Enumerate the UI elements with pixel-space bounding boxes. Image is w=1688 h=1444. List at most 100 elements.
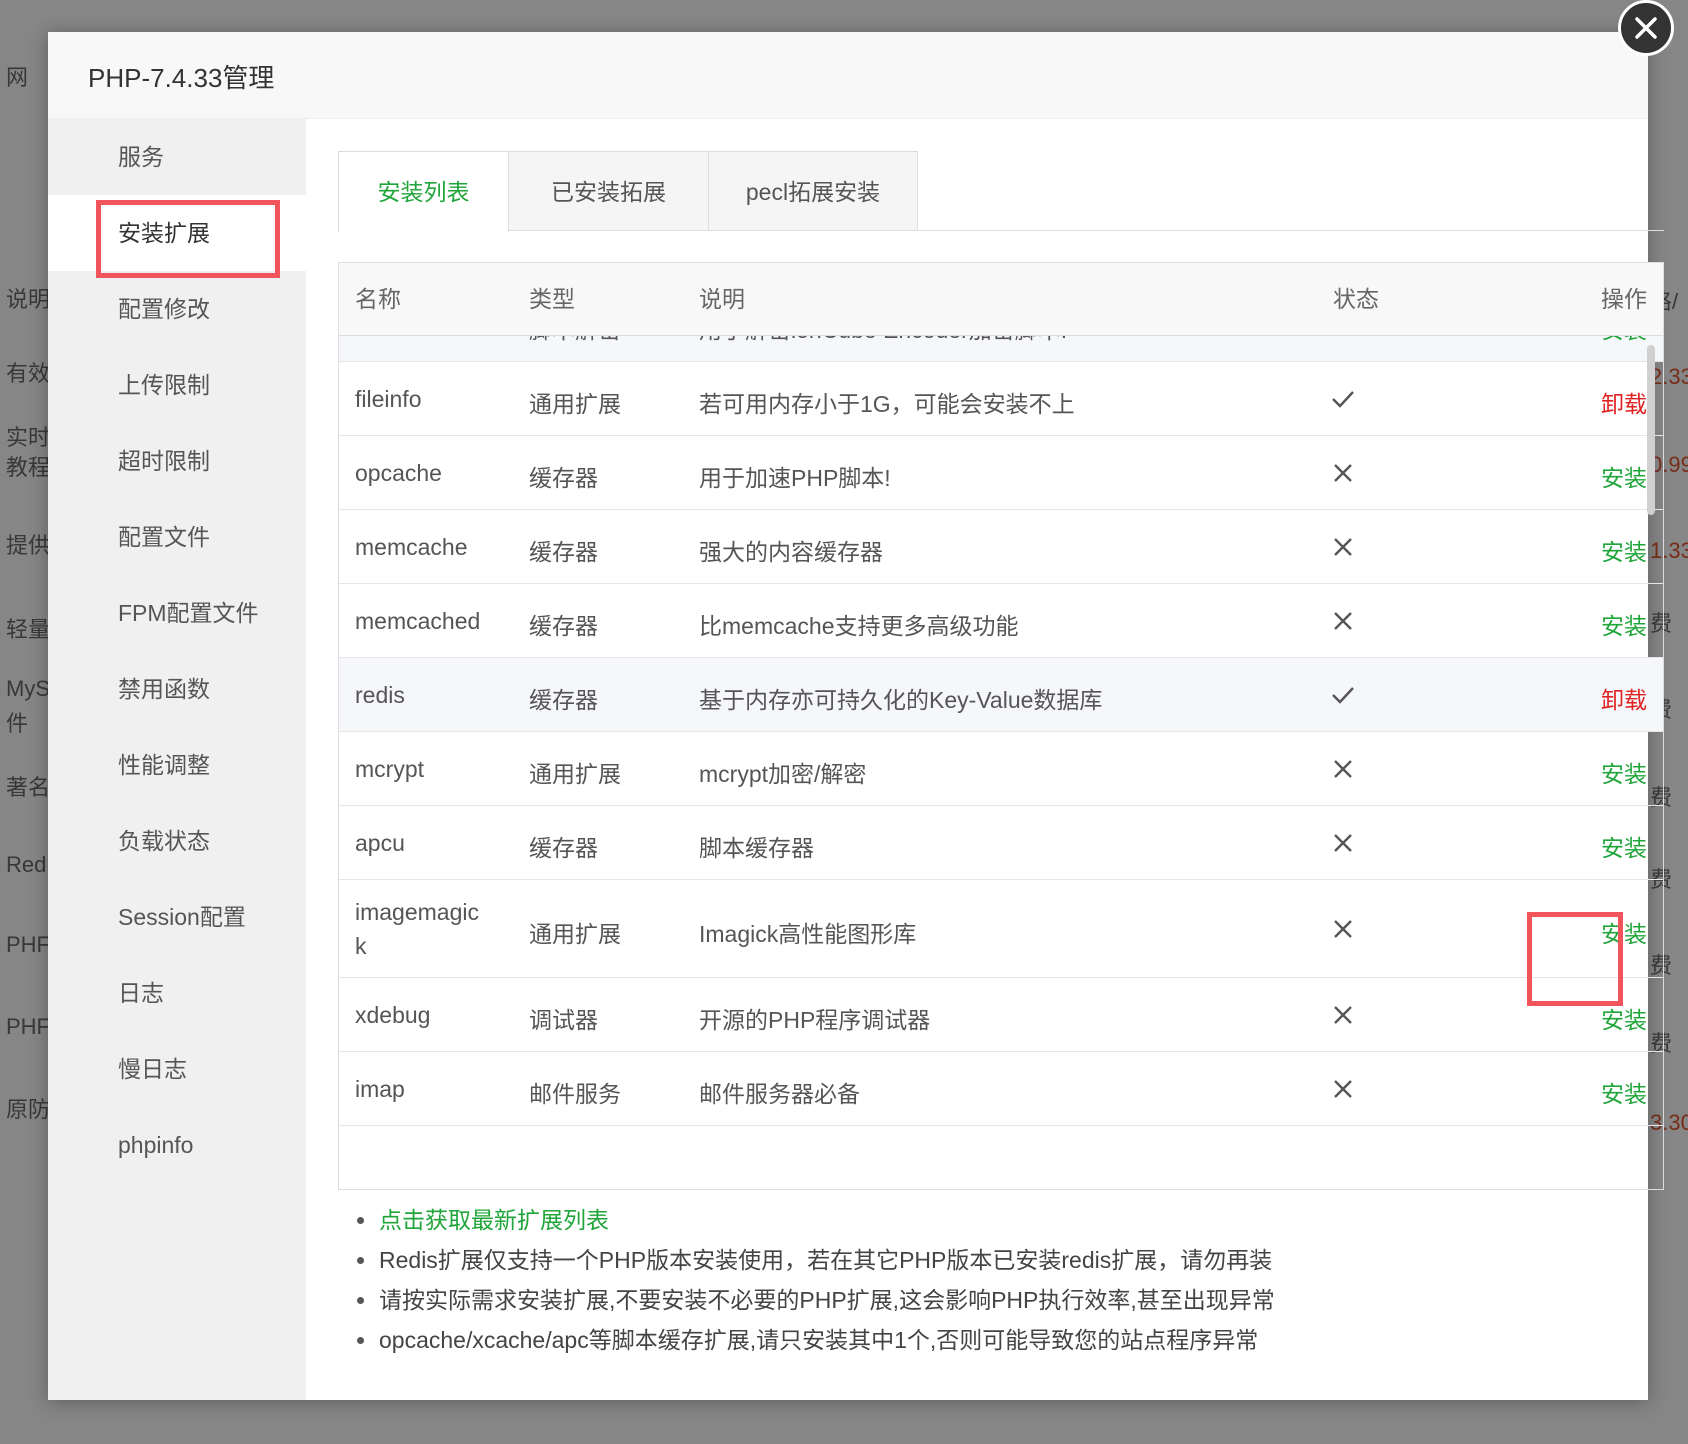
check-icon [1330, 682, 1356, 708]
ext-type: 缓存器 [529, 835, 598, 861]
cross-icon [1330, 1002, 1356, 1028]
table-row: imap 邮件服务 邮件服务器必备 安装 [339, 1052, 1663, 1126]
sidebar-item[interactable]: 配置文件 [48, 499, 306, 575]
install-button[interactable]: 安装 [1601, 915, 1647, 949]
header-op: 操作 [1601, 286, 1647, 312]
header-name: 名称 [355, 286, 401, 312]
install-button[interactable]: 安装 [1601, 533, 1647, 567]
table-row: xdebug 调试器 开源的PHP程序调试器 安装 [339, 978, 1663, 1052]
ext-type: 缓存器 [529, 465, 598, 491]
extension-table: 名称 类型 说明 状态 操作 ionCube脚本解密用于解密ionCube En… [338, 262, 1664, 1190]
note-text: opcache/xcache/apc等脚本缓存扩展,请只安装其中1个,否则可能导… [379, 1327, 1259, 1353]
install-button[interactable]: 安装 [1601, 1075, 1647, 1109]
cross-icon [1330, 916, 1356, 942]
install-button[interactable]: 安装 [1601, 829, 1647, 863]
uninstall-button[interactable]: 卸载 [1601, 681, 1647, 715]
ext-desc: 邮件服务器必备 [699, 1081, 860, 1107]
ext-desc: 用于加速PHP脚本! [699, 465, 891, 491]
table-row: memcache 缓存器 强大的内容缓存器 安装 [339, 510, 1663, 584]
ext-type: 缓存器 [529, 613, 598, 639]
ext-type: 通用扩展 [529, 761, 621, 787]
cross-icon [1330, 830, 1356, 856]
table-row: opcache 缓存器 用于加速PHP脚本! 安装 [339, 436, 1663, 510]
sidebar-menu: 服务 安装扩展 配置修改 上传限制 超时限制 配置文件 FPM配置文件 禁用函数 性能调整 负载状… [48, 119, 306, 1400]
close-button[interactable] [1618, 0, 1674, 56]
check-icon [1330, 386, 1356, 412]
ext-desc: 脚本缓存器 [699, 835, 814, 861]
note-item: 请按实际需求安装扩展,不要安装不必要的PHP扩展,这会影响PHP执行效率,甚至出… [353, 1280, 1643, 1320]
note-text: 请按实际需求安装扩展,不要安装不必要的PHP扩展,这会影响PHP执行效率,甚至出… [379, 1287, 1275, 1313]
sidebar-item[interactable]: FPM配置文件 [48, 575, 306, 651]
bullet-icon [357, 1297, 364, 1304]
ext-name: imap [355, 1076, 405, 1102]
bullet-icon [357, 1257, 364, 1264]
table-scrollbar[interactable] [1647, 345, 1655, 515]
ext-desc: mcrypt加密/解密 [699, 761, 867, 787]
sidebar-item[interactable]: 慢日志 [48, 1031, 306, 1107]
ext-name: memcache [355, 534, 468, 560]
ext-name: memcached [355, 608, 481, 634]
note-text: Redis扩展仅支持一个PHP版本安装使用，若在其它PHP版本已安装redis扩… [379, 1247, 1273, 1273]
sidebar-item[interactable]: 超时限制 [48, 423, 306, 499]
cross-icon [1330, 756, 1356, 782]
install-button[interactable]: 安装 [1601, 459, 1647, 493]
table-row: fileinfo 通用扩展 若可用内存小于1G，可能会安装不上 卸载 [339, 362, 1663, 436]
install-button[interactable]: 安装 [1601, 755, 1647, 789]
table-row: memcached 缓存器 比memcache支持更多高级功能 安装 [339, 584, 1663, 658]
ext-name: imagemagic k [355, 899, 479, 959]
install-button[interactable]: 安装 [1601, 1001, 1647, 1035]
install-button[interactable]: 安装 [1601, 607, 1647, 641]
ext-name: redis [355, 682, 405, 708]
notes-list: 点击获取最新扩展列表 Redis扩展仅支持一个PHP版本安装使用，若在其它PHP版… [353, 1200, 1643, 1360]
ext-desc: 比memcache支持更多高级功能 [699, 613, 1019, 639]
sidebar-item[interactable]: Session配置 [48, 879, 306, 955]
ext-name: opcache [355, 460, 442, 486]
sidebar-item[interactable]: 配置修改 [48, 271, 306, 347]
header-state: 状态 [1333, 286, 1379, 312]
tab-install-list[interactable]: 安装列表 [338, 151, 509, 232]
sidebar-item[interactable]: 禁用函数 [48, 651, 306, 727]
table-row: mcrypt 通用扩展 mcrypt加密/解密 安装 [339, 732, 1663, 806]
table-row: apcu 缓存器 脚本缓存器 安装 [339, 806, 1663, 880]
tab-divider [338, 230, 1664, 231]
ext-desc: 开源的PHP程序调试器 [699, 1007, 931, 1033]
cross-icon [1330, 460, 1356, 486]
tab-bar: 安装列表 已安装拓展 pecl拓展安装 [338, 151, 1664, 232]
uninstall-button[interactable]: 卸载 [1601, 385, 1647, 419]
ext-name: apcu [355, 830, 405, 856]
cross-icon [1330, 534, 1356, 560]
ext-type: 通用扩展 [529, 391, 621, 417]
tab-pecl-install[interactable]: pecl拓展安装 [708, 151, 918, 231]
table-header: 名称 类型 说明 状态 操作 [339, 263, 1663, 336]
sidebar-item[interactable]: 服务 [48, 119, 306, 195]
header-type: 类型 [529, 286, 575, 312]
bullet-icon [357, 1217, 364, 1224]
note-item: Redis扩展仅支持一个PHP版本安装使用，若在其它PHP版本已安装redis扩… [353, 1240, 1643, 1280]
table-row: redis 缓存器 基于内存亦可持久化的Key-Value数据库 卸载 [339, 658, 1663, 732]
ext-desc: 基于内存亦可持久化的Key-Value数据库 [699, 687, 1103, 713]
sidebar-item[interactable]: 负载状态 [48, 803, 306, 879]
bullet-icon [357, 1337, 364, 1344]
sidebar-item[interactable]: 日志 [48, 955, 306, 1031]
sidebar-item[interactable]: 上传限制 [48, 347, 306, 423]
cross-icon [1330, 1076, 1356, 1102]
sidebar-item[interactable]: 安装扩展 [48, 195, 306, 271]
cross-icon [1330, 608, 1356, 634]
note-text: 点击获取最新扩展列表 [379, 1207, 609, 1233]
ext-desc: 强大的内容缓存器 [699, 539, 883, 565]
refresh-extension-list-link[interactable]: 点击获取最新扩展列表 [353, 1200, 1643, 1240]
ext-type: 缓存器 [529, 687, 598, 713]
ext-type: 缓存器 [529, 539, 598, 565]
table-row: imagemagic k 通用扩展 Imagick高性能图形库 安装 [339, 880, 1663, 978]
ext-desc: Imagick高性能图形库 [699, 921, 917, 947]
ext-type: 邮件服务 [529, 1081, 621, 1107]
dialog-title: PHP-7.4.33管理 [88, 63, 275, 93]
ext-type: 调试器 [529, 1007, 598, 1033]
ext-name: mcrypt [355, 756, 424, 782]
tab-installed-ext[interactable]: 已安装拓展 [508, 151, 709, 231]
ext-name: fileinfo [355, 386, 422, 412]
sidebar-item[interactable]: 性能调整 [48, 727, 306, 803]
ext-name: xdebug [355, 1002, 431, 1028]
sidebar-item[interactable]: phpinfo [48, 1107, 306, 1183]
ext-type: 通用扩展 [529, 921, 621, 947]
